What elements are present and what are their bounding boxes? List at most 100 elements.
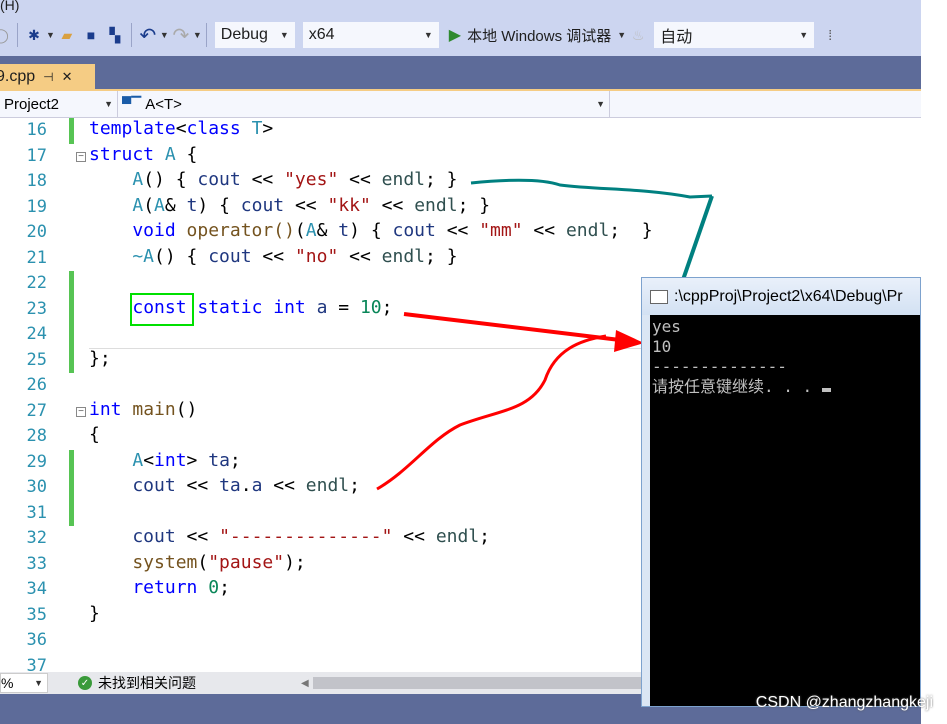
code-token: 10 [359,296,382,318]
change-marker [69,347,74,373]
code-line[interactable]: const static int a = 10; [89,296,392,318]
code-token: < [175,118,187,139]
code-token: cout [197,169,241,190]
scroll-left-icon[interactable]: ◀ [301,678,309,689]
code-token: << [262,475,306,496]
code-token: << [175,475,220,496]
code-token: ( [294,220,306,241]
code-line[interactable]: A() { cout << "yes" << endl; } [89,169,458,190]
code-line[interactable]: template<class T> [89,118,273,139]
console-line: 10 [652,337,672,356]
console-line: -------------- [652,357,787,376]
undo-icon[interactable]: ↶ [139,25,157,47]
platform-dropdown[interactable]: x64 ▼ [302,22,439,48]
issues-status[interactable]: 未找到相关问题 [98,673,196,693]
console-window[interactable]: :\cppProj\Project2\x64\Debug\Pr yes 10 -… [641,277,921,707]
code-token: << [175,526,220,547]
code-line[interactable]: }; [89,348,111,369]
collapse-icon[interactable]: − [76,151,86,162]
code-line[interactable]: { [89,424,100,445]
code-token: () { [143,169,198,190]
chevron-down-icon[interactable]: ▼ [46,30,55,40]
code-token: void [89,220,176,241]
code-line[interactable]: } [89,603,100,624]
line-number: 25 [26,349,47,370]
redo-icon[interactable]: ↷ [172,25,190,47]
code-token: A [89,449,144,471]
code-line[interactable]: return 0; [89,577,230,598]
separator [205,23,207,47]
code-token: "kk" [327,194,371,216]
code-line[interactable]: cout << "--------------" << endl; [89,526,490,547]
code-token: template [89,118,176,139]
horizontal-scrollbar[interactable] [312,677,643,689]
change-marker [69,118,74,144]
open-file-icon[interactable]: ▰ [58,26,76,44]
change-marker [69,475,74,501]
code-token: return [89,577,198,598]
code-token: ); [284,551,306,573]
config-dropdown[interactable]: Debug ▼ [214,22,295,48]
code-token: ; } [425,245,458,267]
code-token: "no" [294,245,339,267]
code-line[interactable]: void operator()(A& t) { cout << "mm" << … [89,220,652,241]
hot-reload-icon[interactable]: ♨ [629,26,647,44]
code-line[interactable]: struct A { [89,144,197,165]
code-token: endl [381,245,426,267]
console-line: 请按任意键继续. . . [652,377,918,397]
zoom-dropdown[interactable]: % ▼ [0,673,48,693]
code-line[interactable]: system("pause"); [89,551,306,573]
chevron-down-icon[interactable]: ▼ [193,30,202,40]
code-token: const [132,296,187,318]
line-number: 35 [26,604,47,625]
line-number: 20 [26,222,47,242]
line-number: 29 [26,451,47,472]
chevron-down-icon: ▼ [596,99,605,109]
code-line[interactable]: int main() [89,399,197,420]
step-icon[interactable]: ⁞ [821,26,839,44]
chevron-down-icon[interactable]: ▼ [160,30,169,40]
code-token: "yes" [284,169,339,190]
solution-config-dropdown[interactable]: 自动 ▼ [654,22,815,48]
navigation-bar: Project2 ▼ ▀▔ A<T> ▼ [0,89,921,118]
line-number: 23 [26,298,47,319]
menu-bar: (H) [0,0,921,14]
change-marker [69,500,74,526]
chevron-down-icon: ▼ [617,30,627,40]
pin-icon[interactable]: ⊣ [43,70,53,84]
code-token: endl [435,526,480,547]
tab-file[interactable]: 9.cpp ⊣ ✕ [0,64,95,89]
code-token: << [370,194,415,216]
code-line[interactable]: A(A& t) { cout << "kk" << endl; } [89,195,490,216]
code-line[interactable]: ~A() { cout << "no" << endl; } [89,245,458,267]
tab-label: 9.cpp [0,67,36,85]
code-token: struct [89,143,155,165]
save-all-icon[interactable]: ▚ [106,26,124,44]
run-button[interactable]: ▶ 本地 Windows 调试器 ▼ [449,25,626,46]
code-token: t [186,194,198,216]
console-icon [650,289,668,304]
code-token: ; } [425,169,458,190]
code-token: int [154,449,187,471]
console-line: yes [652,317,681,336]
console-title-bar: :\cppProj\Project2\x64\Debug\Pr [642,278,920,315]
code-token: ) { [349,220,393,241]
collapse-icon[interactable]: − [76,406,86,417]
project-value: Project2 [4,95,60,113]
navigate-icon[interactable]: ◯ [0,26,10,44]
code-token: A [154,194,165,216]
code-line[interactable]: cout << ta.a << endl; [89,475,360,496]
close-icon[interactable]: ✕ [62,69,73,85]
code-token: "--------------" [219,526,393,547]
separator [130,23,132,47]
member-dropdown[interactable] [610,91,921,117]
scope-dropdown[interactable]: ▀▔ A<T> ▼ [118,91,610,117]
save-icon[interactable]: ■ [82,26,100,44]
code-token: A [154,143,187,165]
project-dropdown[interactable]: Project2 ▼ [0,91,118,117]
new-project-icon[interactable]: ✱ [25,26,43,44]
code-line[interactable]: A<int> ta; [89,449,240,471]
line-number: 16 [26,120,47,140]
code-token: << [338,169,382,190]
menu-help[interactable]: (H) [0,0,19,13]
